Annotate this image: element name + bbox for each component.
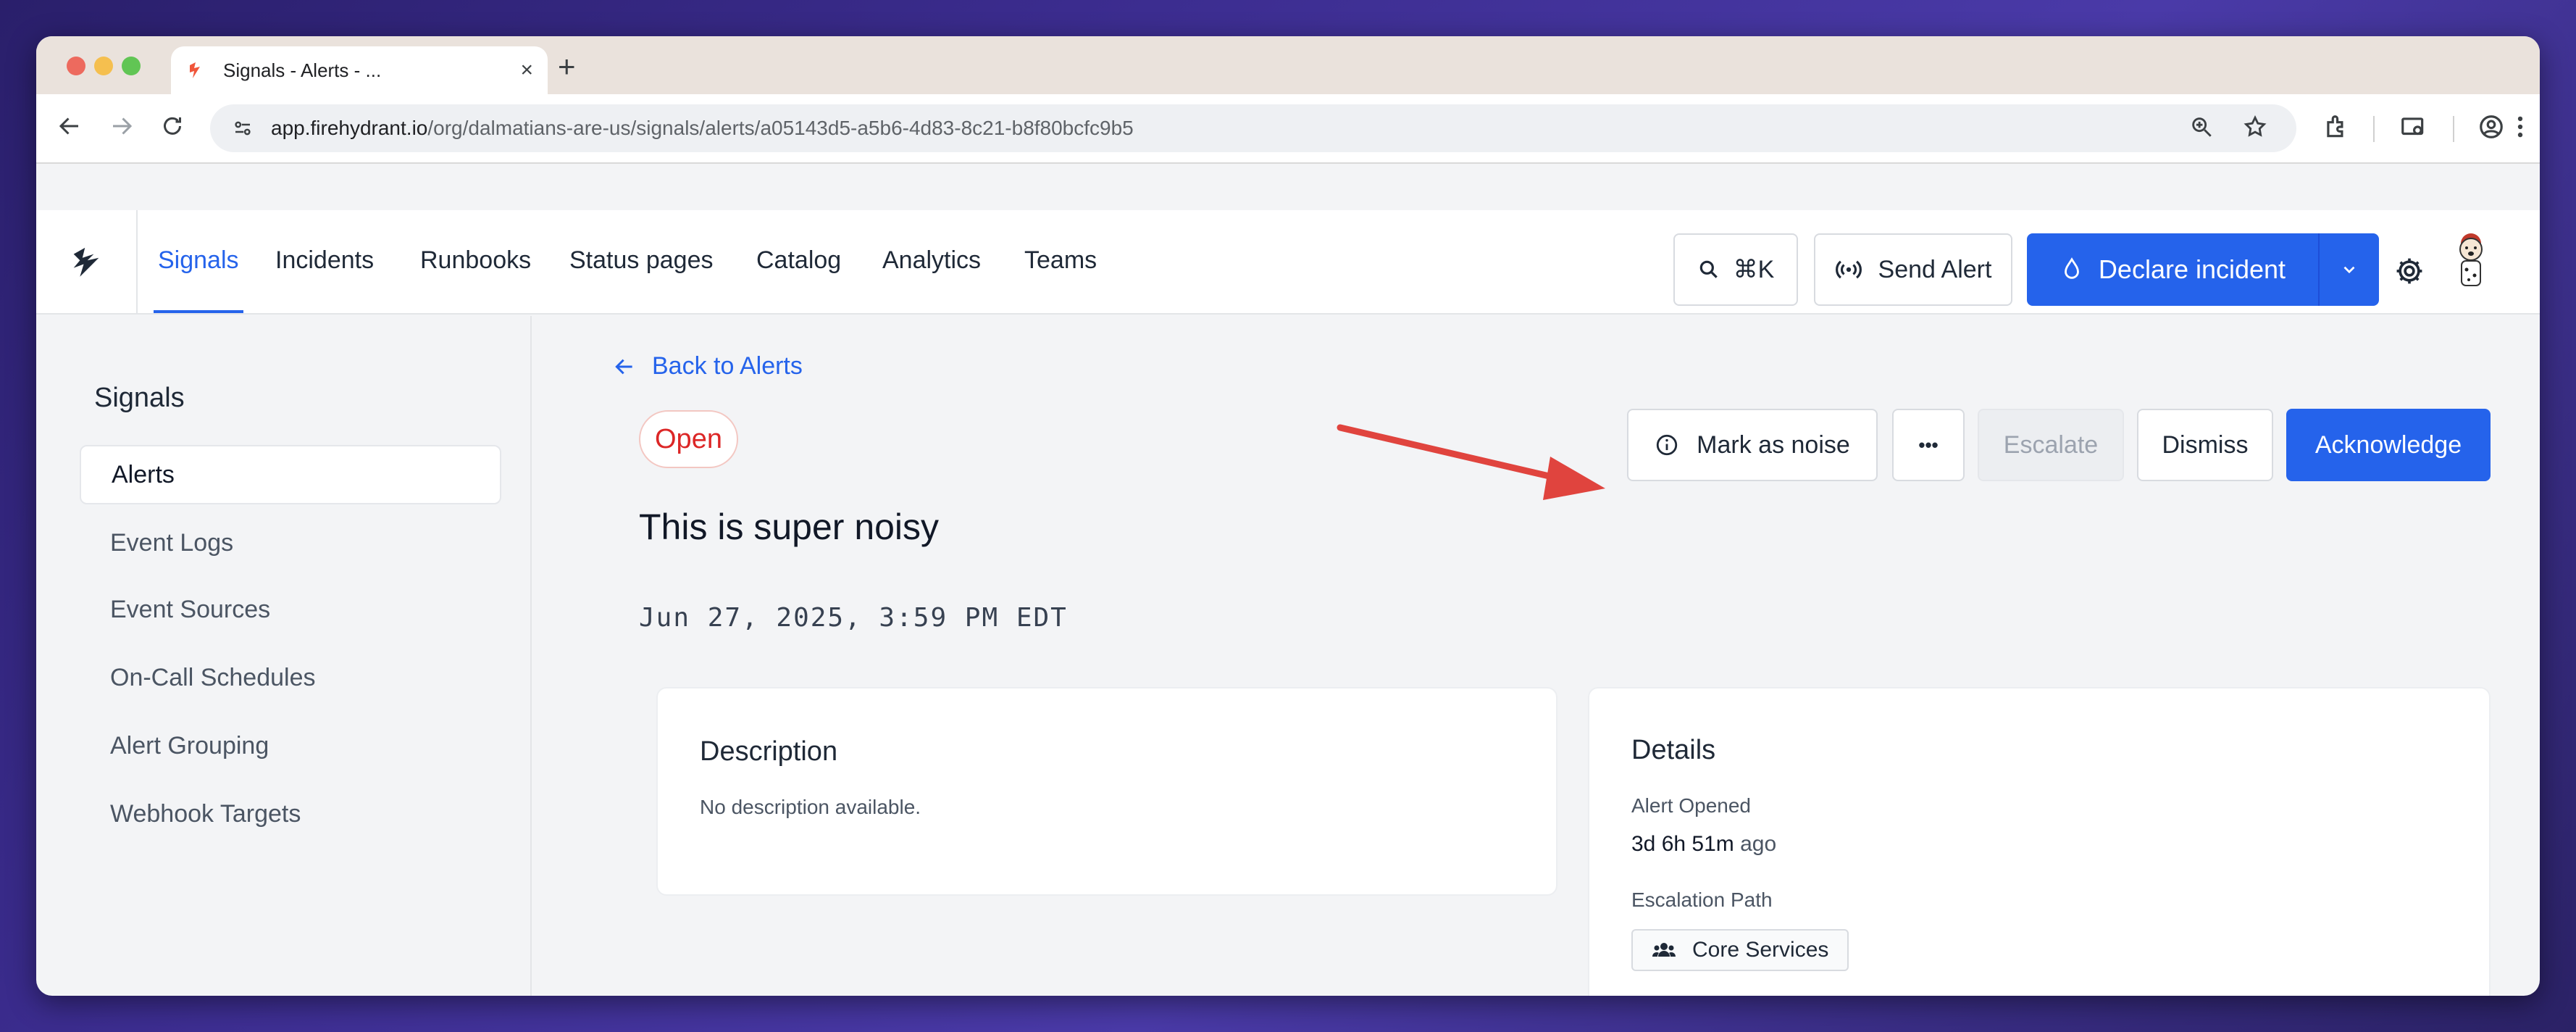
sidebar-item-alerts[interactable]: Alerts — [80, 445, 501, 504]
bookmark-star-icon[interactable] — [2243, 115, 2267, 139]
firehydrant-logo-icon — [73, 247, 99, 277]
site-settings-icon[interactable] — [232, 117, 254, 139]
extensions-icon[interactable] — [2322, 113, 2350, 141]
url-host: app.firehydrant.io — [271, 117, 428, 139]
nav-analytics[interactable]: Analytics — [882, 246, 981, 275]
reload-icon[interactable] — [159, 113, 185, 146]
send-alert-label: Send Alert — [1878, 255, 1992, 283]
sidebar-item-alert-grouping[interactable]: Alert Grouping — [80, 716, 501, 775]
new-tab-button[interactable]: + — [558, 49, 576, 84]
sidebar-item-event-logs[interactable]: Event Logs — [80, 513, 501, 573]
description-heading: Description — [700, 736, 838, 767]
search-shortcut: ⌘K — [1733, 256, 1775, 283]
escalation-path-chip[interactable]: Core Services — [1631, 929, 1849, 971]
arrow-left-icon — [615, 359, 632, 374]
search-icon — [1699, 260, 1718, 278]
nav-catalog[interactable]: Catalog — [756, 246, 841, 275]
nav-status-pages[interactable]: Status pages — [569, 246, 713, 275]
info-icon — [1657, 434, 1678, 456]
nav-incidents[interactable]: Incidents — [275, 246, 374, 275]
close-window-button[interactable] — [67, 57, 85, 75]
sidebar-heading: Signals — [94, 383, 185, 413]
browser-toolbar: app.firehydrant.io/org/dalmatians-are-us… — [36, 94, 2540, 164]
declare-incident-dropdown[interactable] — [2320, 260, 2379, 279]
alert-detail: Back to Alerts Open This is super noisy … — [533, 316, 2540, 996]
chrome-menu-icon[interactable] — [2506, 113, 2534, 141]
toolbar-divider — [2373, 116, 2375, 142]
tab-close-icon[interactable]: × — [520, 58, 533, 83]
profile-icon[interactable] — [2477, 113, 2505, 141]
description-card: Description No description available. — [656, 687, 1557, 896]
chevron-down-icon — [2343, 266, 2355, 274]
browser-window: Signals - Alerts - ... × + app.firehydra… — [36, 36, 2540, 996]
alert-title: This is super noisy — [639, 507, 940, 547]
alert-timestamp: Jun 27, 2025, 3:59 PM EDT — [639, 603, 1068, 633]
sidebar-item-webhook-targets[interactable]: Webhook Targets — [80, 784, 501, 844]
acknowledge-button[interactable]: Acknowledge — [2286, 409, 2491, 481]
more-actions-button[interactable]: ••• — [1892, 409, 1965, 481]
nav-runbooks[interactable]: Runbooks — [420, 246, 531, 275]
toolbar-divider — [2453, 116, 2454, 142]
search-button[interactable]: ⌘K — [1673, 233, 1798, 306]
alert-opened-value: 3d 6h 51m ago — [1631, 832, 1776, 857]
mark-as-noise-button[interactable]: Mark as noise — [1627, 409, 1878, 481]
alert-opened-label: Alert Opened — [1631, 794, 1751, 817]
dismiss-button[interactable]: Dismiss — [2137, 409, 2273, 481]
drop-icon — [2065, 257, 2079, 279]
send-alert-button[interactable]: Send Alert — [1814, 233, 2012, 306]
tab-bar: Signals - Alerts - ... × + — [36, 36, 2540, 94]
sidebar-item-event-sources[interactable]: Event Sources — [80, 580, 501, 639]
sidebar: Signals Alerts Event Logs Event Sources … — [36, 316, 532, 996]
declare-incident-button[interactable]: Declare incident — [2027, 233, 2379, 306]
alert-opened-duration: 3d 6h 51m — [1631, 832, 1734, 856]
escalate-button[interactable]: Escalate — [1978, 409, 2124, 481]
maximize-window-button[interactable] — [122, 57, 141, 75]
declare-incident-label: Declare incident — [2098, 254, 2286, 284]
back-to-alerts-link[interactable]: Back to Alerts — [613, 352, 803, 380]
tab-title: Signals - Alerts - ... — [223, 59, 382, 81]
mark-as-noise-label: Mark as noise — [1697, 430, 1850, 459]
forward-arrow-icon[interactable] — [109, 113, 135, 146]
user-avatar[interactable] — [2447, 228, 2495, 294]
description-text: No description available. — [700, 796, 921, 818]
browser-tab[interactable]: Signals - Alerts - ... × — [171, 46, 548, 94]
zoom-icon[interactable] — [2189, 115, 2214, 139]
annotation-arrow — [1337, 424, 1605, 500]
media-control-icon[interactable] — [2399, 113, 2427, 141]
firehydrant-logo[interactable] — [36, 210, 138, 313]
declare-incident-main[interactable]: Declare incident — [2027, 233, 2320, 306]
escalation-path-label: Escalation Path — [1631, 889, 1773, 911]
broadcast-icon — [1835, 260, 1862, 279]
alert-opened-suffix: ago — [1740, 832, 1777, 856]
sidebar-item-on-call-schedules[interactable]: On-Call Schedules — [80, 648, 501, 707]
team-icon — [1652, 943, 1676, 957]
details-card: Details Alert Opened 3d 6h 51m ago Escal… — [1588, 687, 2491, 996]
nav-signals[interactable]: Signals — [158, 246, 239, 275]
app-header: Signals Incidents Runbooks Status pages … — [36, 210, 2540, 315]
details-heading: Details — [1631, 735, 1716, 765]
minimize-window-button[interactable] — [94, 57, 113, 75]
escalation-path-value: Core Services — [1692, 938, 1829, 962]
url-path: /org/dalmatians-are-us/signals/alerts/a0… — [427, 117, 1134, 139]
nav-teams[interactable]: Teams — [1024, 246, 1097, 275]
back-arrow-icon[interactable] — [57, 113, 83, 146]
settings-gear-icon[interactable] — [2393, 255, 2425, 291]
address-bar[interactable]: app.firehydrant.io/org/dalmatians-are-us… — [210, 104, 2296, 152]
firehydrant-favicon-icon — [190, 62, 200, 78]
status-badge: Open — [639, 410, 738, 468]
nav-active-indicator — [154, 310, 243, 313]
back-to-alerts-label: Back to Alerts — [652, 352, 803, 380]
